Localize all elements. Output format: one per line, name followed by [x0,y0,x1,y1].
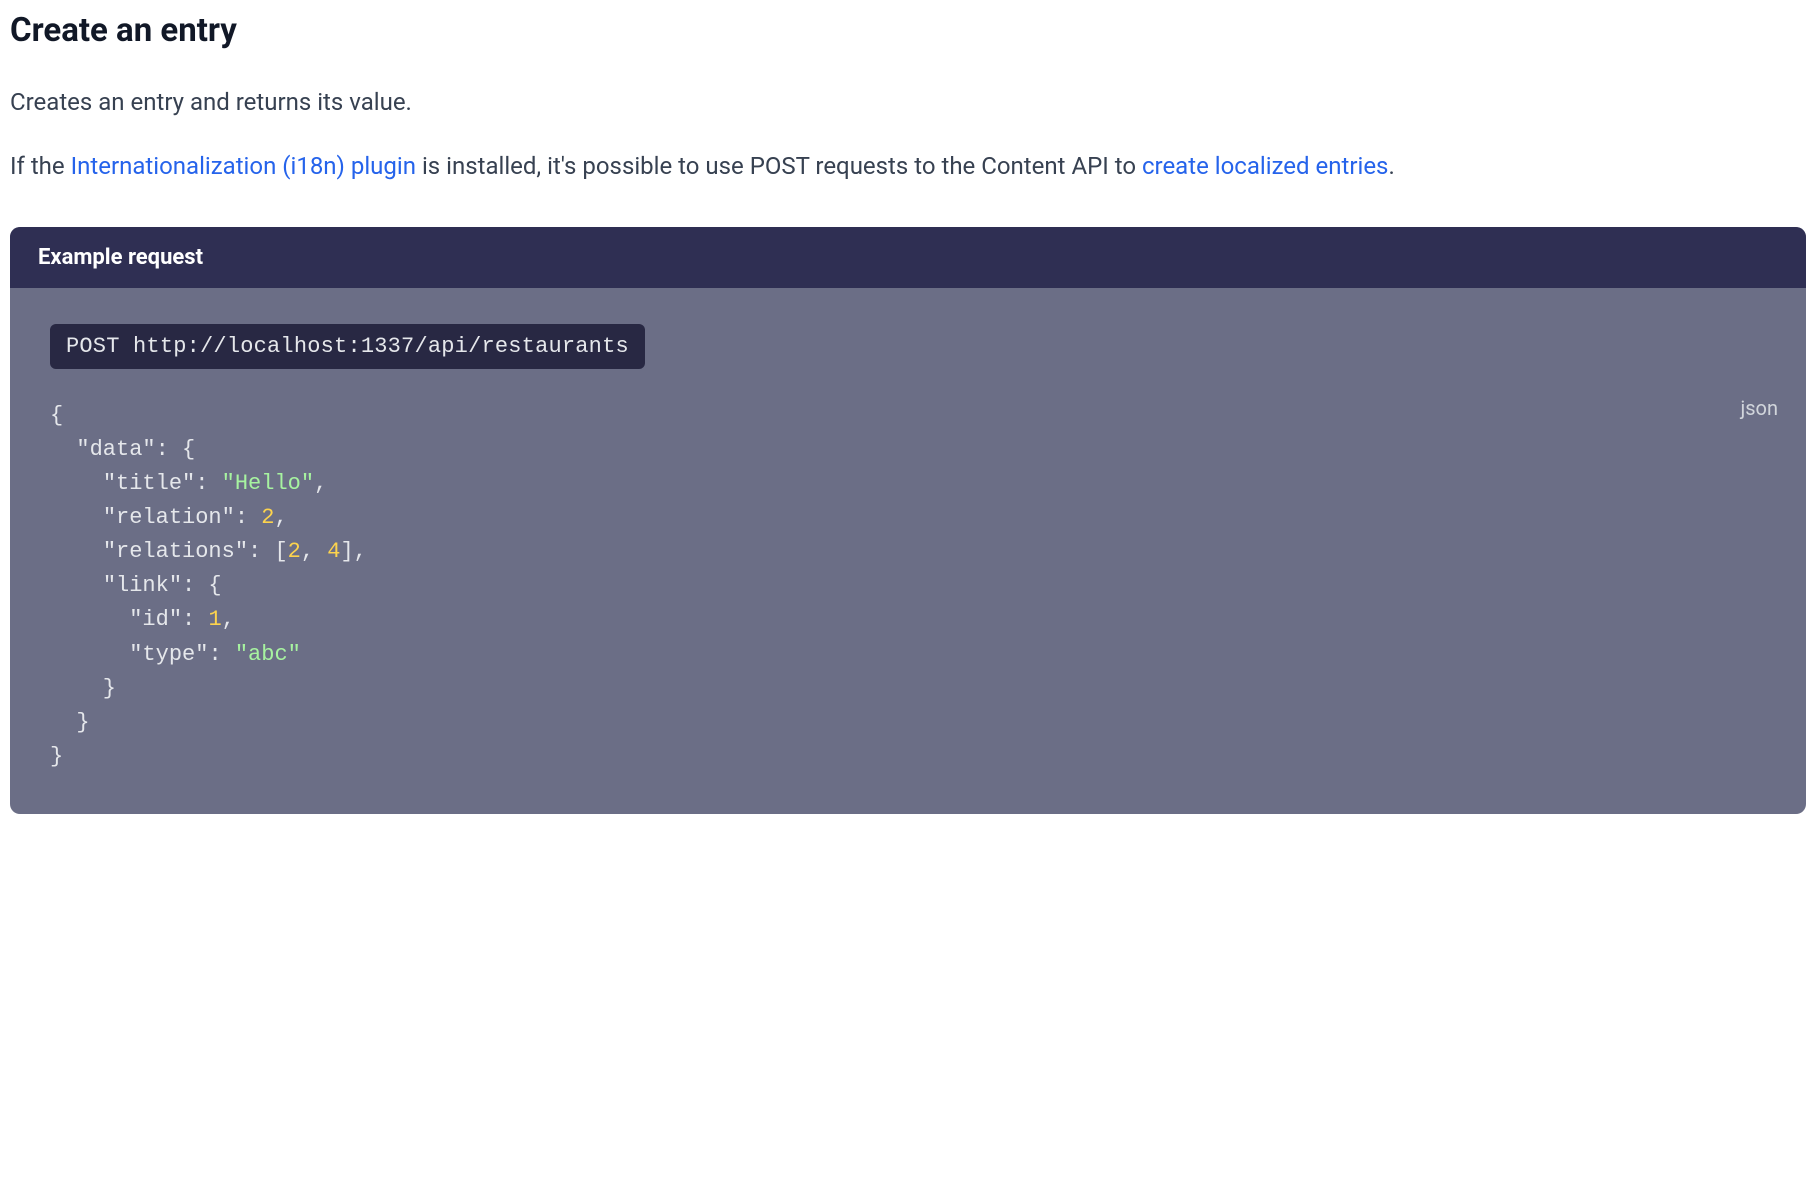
code-token: : [235,505,261,530]
code-token: : [208,642,234,667]
language-label: json [1740,396,1778,420]
code-token: "data" [76,437,155,462]
code-token: 4 [327,539,340,564]
i18n-plugin-link[interactable]: Internationalization (i18n) plugin [71,152,416,180]
description-paragraph: If the Internationalization (i18n) plugi… [10,145,1806,187]
code-token: "relations" [103,539,248,564]
section-heading: Create an entry [10,10,1806,53]
text-fragment: . [1388,152,1394,180]
example-request-panel: Example request POST http://localhost:13… [10,227,1806,814]
code-line: } [50,676,116,701]
code-token: 2 [288,539,301,564]
code-token: "link" [103,573,182,598]
text-fragment: If the [10,152,71,180]
code-token: : [195,471,221,496]
code-token: , [222,607,235,632]
code-token: , [301,539,327,564]
code-line: } [50,744,63,769]
intro-paragraph: Creates an entry and returns its value. [10,81,1806,123]
code-token: : [182,607,208,632]
panel-body: POST http://localhost:1337/api/restauran… [10,288,1806,814]
code-block[interactable]: { "data": { "title": "Hello", "relation"… [50,399,1766,774]
code-token: ], [340,539,366,564]
code-token: "abc" [235,642,301,667]
code-token: : { [182,573,222,598]
code-line: { [50,403,63,428]
code-token: , [274,505,287,530]
panel-title: Example request [10,227,1806,288]
code-token: 1 [208,607,221,632]
code-token: "title" [103,471,195,496]
code-token: "relation" [103,505,235,530]
code-token: , [314,471,327,496]
code-token: "id" [129,607,182,632]
code-token: : { [156,437,196,462]
create-localized-entries-link[interactable]: create localized entries [1142,152,1388,180]
endpoint-pill: POST http://localhost:1337/api/restauran… [50,324,645,369]
code-token: : [ [248,539,288,564]
code-token: "type" [129,642,208,667]
text-fragment: is installed, it's possible to use POST … [416,152,1142,180]
code-token: "Hello" [222,471,314,496]
code-token: 2 [261,505,274,530]
code-line: } [50,710,90,735]
